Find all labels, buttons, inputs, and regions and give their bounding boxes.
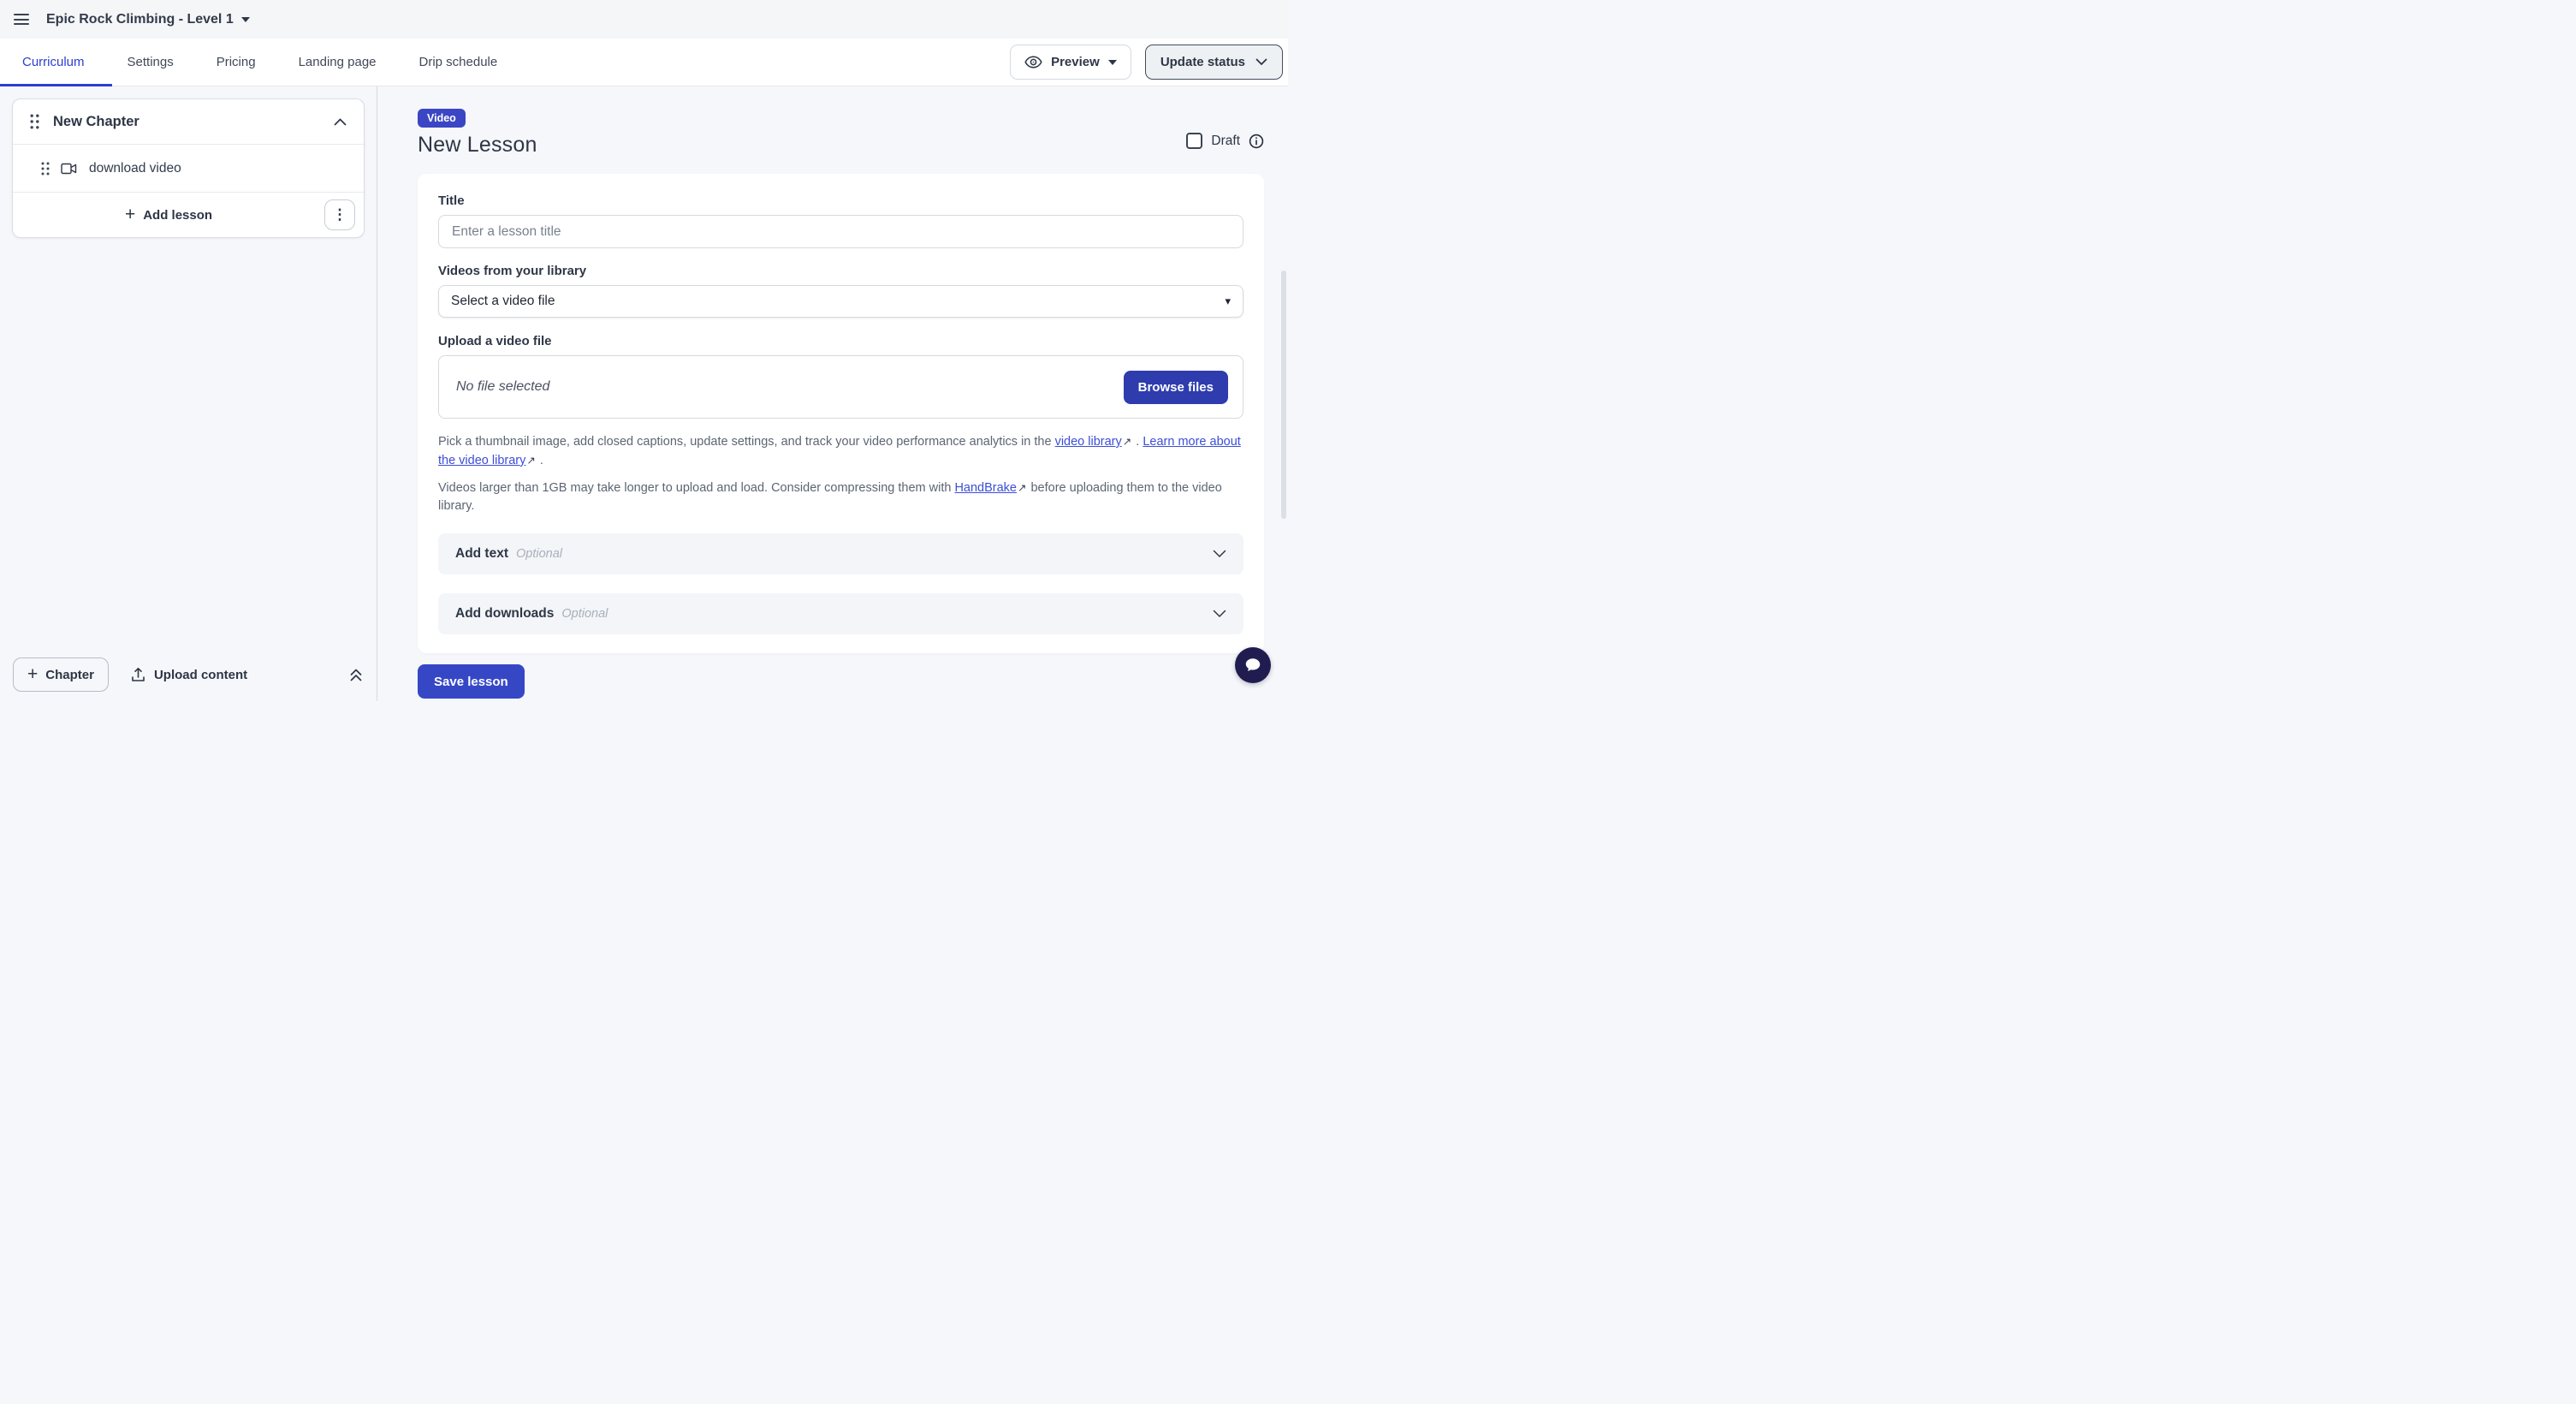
optional-label: Optional bbox=[561, 607, 608, 621]
tab-landing-page[interactable]: Landing page bbox=[299, 39, 377, 86]
add-lesson-label: Add lesson bbox=[143, 208, 212, 223]
external-link-icon: ↗ bbox=[526, 453, 535, 469]
help-text-segment: Videos larger than 1GB may take longer t… bbox=[438, 481, 954, 495]
file-status-text: No file selected bbox=[456, 379, 549, 395]
tab-settings[interactable]: Settings bbox=[128, 39, 174, 86]
chevron-down-icon bbox=[1213, 550, 1226, 558]
course-title-dropdown[interactable]: Epic Rock Climbing - Level 1 bbox=[46, 12, 250, 27]
add-lesson-row: + Add lesson ⋮ bbox=[13, 193, 364, 237]
tab-curriculum[interactable]: Curriculum bbox=[22, 39, 85, 86]
course-title: Epic Rock Climbing - Level 1 bbox=[46, 12, 234, 27]
sidebar-footer: + Chapter Upload content bbox=[0, 648, 377, 701]
draft-toggle: Draft bbox=[1186, 133, 1264, 149]
caret-down-icon bbox=[241, 17, 250, 22]
collapse-all-icon[interactable] bbox=[348, 668, 364, 682]
browse-files-button[interactable]: Browse files bbox=[1124, 371, 1228, 404]
chevron-down-icon bbox=[1255, 58, 1267, 66]
optional-label: Optional bbox=[516, 547, 562, 561]
chapter-title: New Chapter bbox=[53, 114, 139, 130]
workspace: New Chapter bbox=[0, 86, 1288, 701]
tab-bar: Curriculum Settings Pricing Landing page… bbox=[0, 39, 1288, 86]
info-icon[interactable] bbox=[1249, 134, 1264, 149]
video-camera-icon bbox=[61, 163, 77, 175]
upload-content-label: Upload content bbox=[154, 668, 247, 682]
scrollbar-thumb[interactable] bbox=[1281, 271, 1286, 519]
external-link-icon: ↗ bbox=[1123, 434, 1131, 450]
upload-field-label: Upload a video file bbox=[438, 334, 1243, 348]
library-field-label: Videos from your library bbox=[438, 264, 1243, 278]
selected-video-value: Select a video file bbox=[451, 294, 555, 309]
plus-icon: + bbox=[125, 205, 135, 223]
lesson-form-card: Title Videos from your library Select a … bbox=[418, 174, 1264, 653]
preview-button[interactable]: Preview bbox=[1010, 45, 1131, 80]
chapter-card: New Chapter bbox=[12, 98, 365, 238]
help-text-segment: . bbox=[537, 454, 543, 467]
compression-help-text: Videos larger than 1GB may take longer t… bbox=[438, 479, 1243, 517]
update-status-button[interactable]: Update status bbox=[1145, 45, 1283, 80]
drag-handle-icon[interactable] bbox=[30, 114, 39, 129]
tabs: Curriculum Settings Pricing Landing page… bbox=[22, 39, 540, 86]
select-caret-icon: ▾ bbox=[1225, 294, 1231, 308]
lesson-title: download video bbox=[89, 161, 181, 176]
add-chapter-button[interactable]: + Chapter bbox=[13, 657, 109, 692]
handbrake-link[interactable]: HandBrake bbox=[954, 481, 1017, 495]
tab-pricing[interactable]: Pricing bbox=[217, 39, 256, 86]
save-lesson-button[interactable]: Save lesson bbox=[418, 664, 525, 699]
chapter-header[interactable]: New Chapter bbox=[13, 99, 364, 144]
caret-down-icon bbox=[1108, 60, 1117, 65]
add-downloads-accordion[interactable]: Add downloads Optional bbox=[438, 593, 1243, 634]
chat-bubble-icon bbox=[1243, 656, 1262, 675]
chevron-up-icon[interactable] bbox=[334, 118, 347, 126]
add-downloads-label: Add downloads bbox=[455, 606, 554, 622]
update-status-label: Update status bbox=[1160, 55, 1245, 69]
lesson-type-badge: Video bbox=[418, 109, 466, 128]
plus-icon: + bbox=[27, 665, 38, 683]
chat-launcher-button[interactable] bbox=[1235, 647, 1271, 683]
tab-drip-schedule[interactable]: Drip schedule bbox=[419, 39, 498, 86]
drag-handle-icon[interactable] bbox=[41, 162, 50, 176]
tabbar-actions: Preview Update status bbox=[1010, 45, 1283, 80]
lesson-title-input[interactable] bbox=[438, 215, 1243, 248]
add-text-label: Add text bbox=[455, 546, 508, 562]
upload-icon bbox=[131, 667, 145, 682]
page-title: New Lesson bbox=[418, 133, 537, 158]
help-text-segment: Pick a thumbnail image, add closed capti… bbox=[438, 435, 1055, 449]
chevron-down-icon bbox=[1213, 610, 1226, 618]
video-library-select[interactable]: Select a video file ▾ bbox=[438, 285, 1243, 318]
add-chapter-label: Chapter bbox=[45, 668, 94, 682]
chapter-menu-button[interactable]: ⋮ bbox=[324, 199, 355, 230]
file-upload-box: No file selected Browse files bbox=[438, 355, 1243, 419]
upload-content-button[interactable]: Upload content bbox=[131, 667, 247, 682]
kebab-icon: ⋮ bbox=[333, 206, 347, 223]
lesson-row[interactable]: download video bbox=[13, 145, 364, 192]
curriculum-sidebar: New Chapter bbox=[0, 86, 377, 701]
add-lesson-button[interactable]: + Add lesson bbox=[13, 207, 324, 223]
video-library-link[interactable]: video library bbox=[1055, 435, 1122, 449]
lesson-header: Video New Lesson Draft bbox=[418, 109, 1264, 158]
eye-icon bbox=[1024, 56, 1042, 68]
external-link-icon: ↗ bbox=[1018, 480, 1026, 497]
title-field-label: Title bbox=[438, 193, 1243, 208]
draft-label: Draft bbox=[1211, 134, 1240, 149]
top-bar: Epic Rock Climbing - Level 1 bbox=[0, 0, 1288, 39]
help-text-segment: . bbox=[1132, 435, 1143, 449]
hamburger-menu-icon[interactable] bbox=[14, 14, 29, 25]
video-library-help-text: Pick a thumbnail image, add closed capti… bbox=[438, 433, 1243, 471]
lesson-editor: Video New Lesson Draft Title Videos from… bbox=[377, 86, 1288, 701]
draft-checkbox[interactable] bbox=[1186, 133, 1202, 149]
preview-label: Preview bbox=[1051, 55, 1100, 69]
add-text-accordion[interactable]: Add text Optional bbox=[438, 533, 1243, 574]
